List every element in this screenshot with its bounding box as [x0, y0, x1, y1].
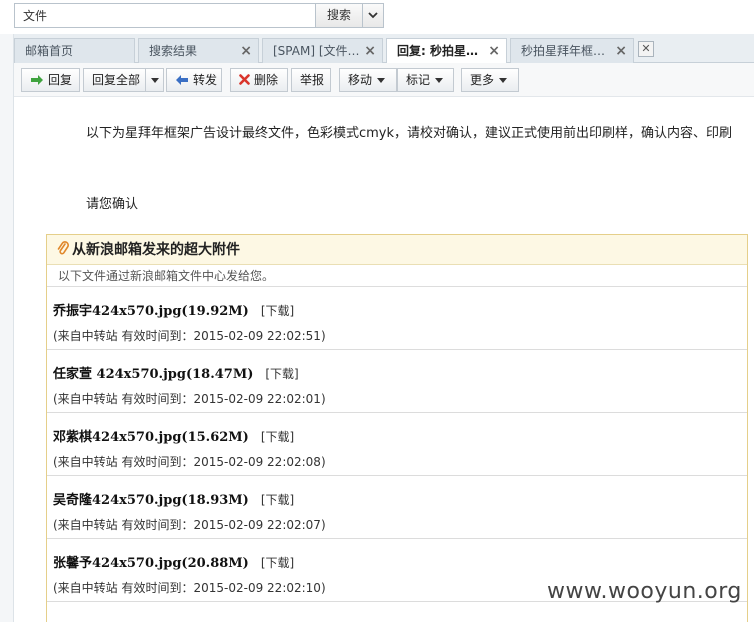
file-name: 乔振宇424x570.jpg(19.92M): [53, 304, 249, 319]
file-meta: (来自中转站 有效时间到：2015-02-09 22:02:51): [53, 329, 326, 343]
tab-search-results[interactable]: 搜索结果 ×: [138, 38, 259, 63]
paperclip-icon: [57, 240, 69, 254]
mail-body: 以下为星拜年框架广告设计最终文件，色彩模式cmyk，请校对确认，建议正式使用前出…: [14, 97, 754, 622]
tab-reply-mail[interactable]: 回复: 秒拍星… ×: [386, 38, 507, 64]
search-dropdown-button[interactable]: [362, 3, 384, 28]
tab-label: 搜索结果: [149, 44, 198, 58]
delete-label: 删除: [254, 73, 279, 87]
attachment-title: 从新浪邮箱发来的超大附件: [72, 242, 240, 258]
file-meta: (来自中转站 有效时间到：2015-02-09 22:02:08): [53, 455, 326, 469]
more-button[interactable]: 更多: [461, 68, 519, 92]
reply-all-label: 回复全部: [92, 73, 141, 87]
report-label: 举报: [300, 73, 325, 87]
reply-label: 回复: [48, 73, 73, 87]
close-icon[interactable]: ×: [240, 39, 252, 63]
message-text: 以下为星拜年框架广告设计最终文件，色彩模式cmyk，请校对确认，建议正式使用前出…: [86, 126, 733, 141]
more-label: 更多: [470, 73, 495, 87]
attachment-item: 邓紫棋424x570.jpg(15.62M) [下载] (来自中转站 有效时间到：…: [47, 413, 747, 476]
attachment-item: 乔振宇424x570.jpg(19.92M) [下载] (来自中转站 有效时间到：…: [47, 287, 747, 350]
tab-new-year-mail[interactable]: 秒拍星拜年框… ×: [510, 38, 634, 63]
delete-x-icon: [239, 74, 250, 85]
chevron-down-icon: [377, 78, 386, 83]
file-meta: (来自中转站 有效时间到：2015-02-09 22:02:07): [53, 518, 326, 532]
download-link[interactable]: [下载]: [261, 430, 294, 444]
move-label: 移动: [348, 73, 373, 87]
attachment-box: 从新浪邮箱发来的超大附件 以下文件通过新浪邮箱文件中心发给您。 乔振宇424x5…: [46, 234, 748, 622]
search-input[interactable]: [14, 3, 316, 28]
reply-all-dropdown[interactable]: [145, 69, 163, 91]
tab-bar: 邮箱首页 搜索结果 × [SPAM] [文件… × 回复: 秒拍星… × 秒拍星…: [14, 34, 754, 64]
sidebar-edge: [0, 34, 14, 622]
file-name: 邓紫棋424x570.jpg(15.62M): [53, 430, 249, 445]
chevron-down-icon: [499, 78, 508, 83]
download-link[interactable]: [下载]: [265, 367, 298, 381]
file-name: 任家萱 424x570.jpg(18.47M): [53, 367, 254, 382]
mail-toolbar: 回复 回复全部 转发 删除 举报 移动 标记 更多: [14, 63, 754, 97]
file-meta: (来自中转站 有效时间到：2015-02-09 22:02:10): [53, 581, 326, 595]
message-confirm-text: 请您确认: [86, 197, 139, 212]
close-icon[interactable]: ×: [488, 39, 500, 63]
file-meta: (来自中转站 有效时间到：2015-02-09 22:02:01): [53, 392, 326, 406]
chevron-down-icon: [368, 12, 378, 19]
close-all-tabs-icon[interactable]: ✕: [638, 41, 654, 57]
download-link[interactable]: [下载]: [261, 493, 294, 507]
file-name: 张馨予424x570.jpg(20.88M): [53, 556, 249, 571]
tab-inbox-home[interactable]: 邮箱首页: [14, 38, 135, 63]
attachment-item: 任家萱 424x570.jpg(18.47M) [下载] (来自中转站 有效时间到…: [47, 350, 747, 413]
report-button[interactable]: 举报: [291, 68, 331, 92]
forward-label: 转发: [193, 73, 218, 87]
close-icon[interactable]: ×: [615, 39, 627, 63]
mark-button[interactable]: 标记: [397, 68, 454, 92]
attachment-item: 吴奇隆424x570.jpg(18.93M) [下载] (来自中转站 有效时间到：…: [47, 476, 747, 539]
file-name: 吴奇隆424x570.jpg(18.93M): [53, 493, 249, 508]
reply-all-button[interactable]: 回复全部: [83, 68, 164, 92]
attachment-header: 从新浪邮箱发来的超大附件: [47, 235, 747, 265]
attachment-subtitle: 以下文件通过新浪邮箱文件中心发给您。: [47, 265, 747, 287]
forward-arrow-icon: [176, 74, 188, 85]
reply-button[interactable]: 回复: [21, 68, 80, 92]
tab-label: [SPAM] [文件…: [273, 44, 360, 58]
close-icon[interactable]: ×: [364, 39, 376, 63]
search-button[interactable]: 搜索: [315, 3, 363, 28]
search-bar: 搜索: [0, 0, 754, 34]
tab-label: 邮箱首页: [25, 44, 74, 58]
chevron-down-icon: [151, 78, 159, 83]
mark-label: 标记: [406, 73, 431, 87]
watermark: www.wooyun.org: [547, 579, 742, 604]
move-button[interactable]: 移动: [339, 68, 397, 92]
download-link[interactable]: [下载]: [261, 556, 294, 570]
tab-spam-mail[interactable]: [SPAM] [文件… ×: [262, 38, 383, 63]
chevron-down-icon: [435, 78, 444, 83]
tab-label: 回复: 秒拍星…: [397, 44, 478, 58]
delete-button[interactable]: 删除: [230, 68, 288, 92]
download-link[interactable]: [下载]: [261, 304, 294, 318]
forward-button[interactable]: 转发: [166, 68, 222, 92]
tab-label: 秒拍星拜年框…: [521, 44, 606, 58]
reply-arrow-icon: [31, 74, 43, 85]
